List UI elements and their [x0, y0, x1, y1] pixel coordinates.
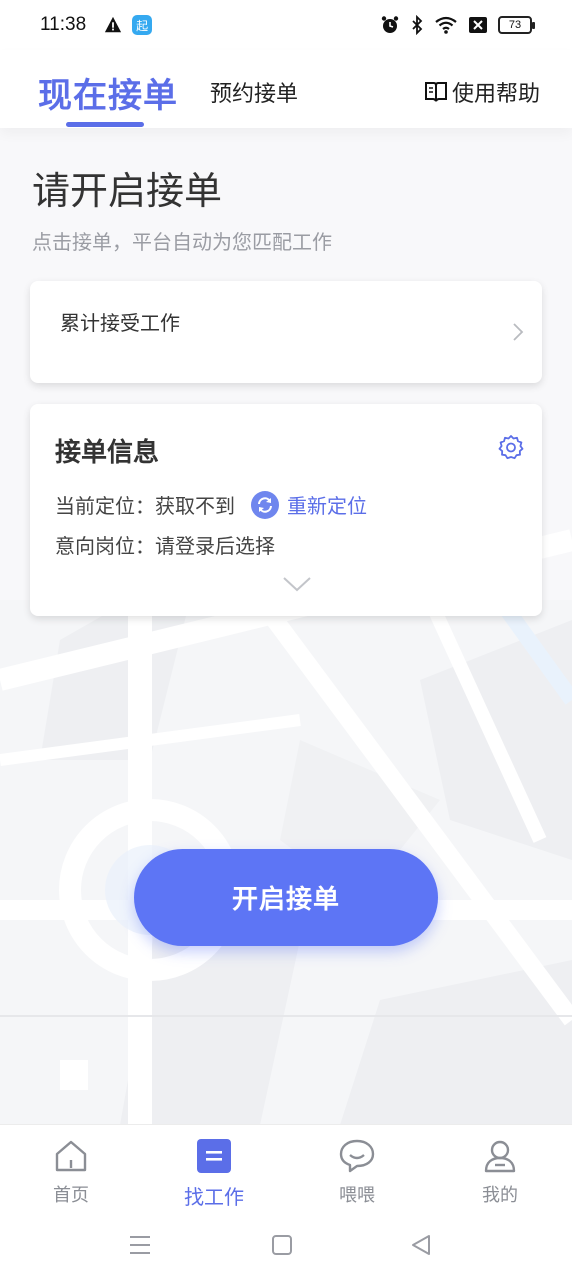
page-subtitle: 点击接单，平台自动为您匹配工作: [32, 230, 332, 254]
nav-item-find-jobs[interactable]: 找工作: [164, 1135, 264, 1210]
warning-icon: [105, 16, 122, 33]
intended-job-value: 请登录后选择: [155, 534, 275, 558]
location-label: 当前定位：: [55, 494, 155, 518]
order-info-title: 接单信息: [55, 438, 160, 468]
page-title: 请开启接单: [32, 169, 223, 213]
relocate-label: 重新定位: [287, 494, 367, 518]
menu-icon[interactable]: [129, 1234, 151, 1256]
nav-label-find-jobs: 找工作: [184, 1185, 244, 1209]
status-bar: 11:38 起 73: [0, 0, 572, 50]
app-badge-icon: 起: [132, 15, 153, 35]
book-icon: [424, 82, 447, 102]
battery-icon: 73: [498, 16, 535, 34]
location-row: 当前定位： 获取不到 重新定位: [55, 490, 367, 519]
refresh-icon: [251, 490, 279, 519]
bluetooth-icon: [412, 15, 423, 35]
help-button[interactable]: 使用帮助: [424, 76, 540, 108]
nav-item-profile[interactable]: 我的: [450, 1135, 550, 1207]
order-info-card: 接单信息 当前定位： 获取不到 重新定位 意向岗位： 请登录后选择: [30, 404, 542, 616]
sim-off-icon: [469, 17, 487, 33]
start-accepting-button[interactable]: 开启接单: [134, 849, 438, 946]
alarm-icon: [381, 16, 399, 33]
nav-item-chat[interactable]: 喂喂: [307, 1135, 407, 1207]
help-label: 使用帮助: [451, 82, 540, 107]
chevron-right-icon: [513, 323, 524, 341]
intended-job-label: 意向岗位：: [55, 534, 155, 558]
intended-job-row[interactable]: 意向岗位： 请登录后选择: [55, 530, 275, 559]
bottom-navigation: 首页 找工作 喂喂 我的: [0, 1124, 572, 1214]
wifi-icon: [435, 16, 457, 34]
nav-label-chat: 喂喂: [339, 1185, 375, 1206]
location-value: 获取不到: [155, 494, 235, 518]
nav-label-home: 首页: [53, 1185, 89, 1206]
accepted-jobs-card[interactable]: 累计接受工作: [30, 281, 542, 383]
system-navigation-bar: [0, 1214, 572, 1280]
nav-item-home[interactable]: 首页: [21, 1135, 121, 1207]
home-icon: [55, 1140, 87, 1172]
tab-scheduled-accept[interactable]: 预约接单: [210, 76, 298, 108]
chevron-down-icon[interactable]: [282, 576, 312, 592]
back-triangle-icon[interactable]: [410, 1234, 432, 1256]
nav-label-profile: 我的: [482, 1185, 518, 1206]
home-square-icon[interactable]: [271, 1234, 293, 1256]
top-tab-bar: 现在接单 预约接单 使用帮助: [0, 50, 572, 128]
status-time: 11:38: [40, 14, 87, 35]
chat-icon: [339, 1139, 375, 1173]
map-background: [0, 120, 572, 1125]
accepted-jobs-label: 累计接受工作: [60, 311, 180, 335]
tab-now-accept[interactable]: 现在接单: [38, 68, 178, 117]
active-tab-indicator: [66, 122, 144, 127]
relocate-button[interactable]: 重新定位: [251, 490, 367, 519]
gear-icon[interactable]: [498, 434, 524, 460]
jobs-icon: [197, 1139, 231, 1173]
profile-icon: [484, 1140, 516, 1173]
